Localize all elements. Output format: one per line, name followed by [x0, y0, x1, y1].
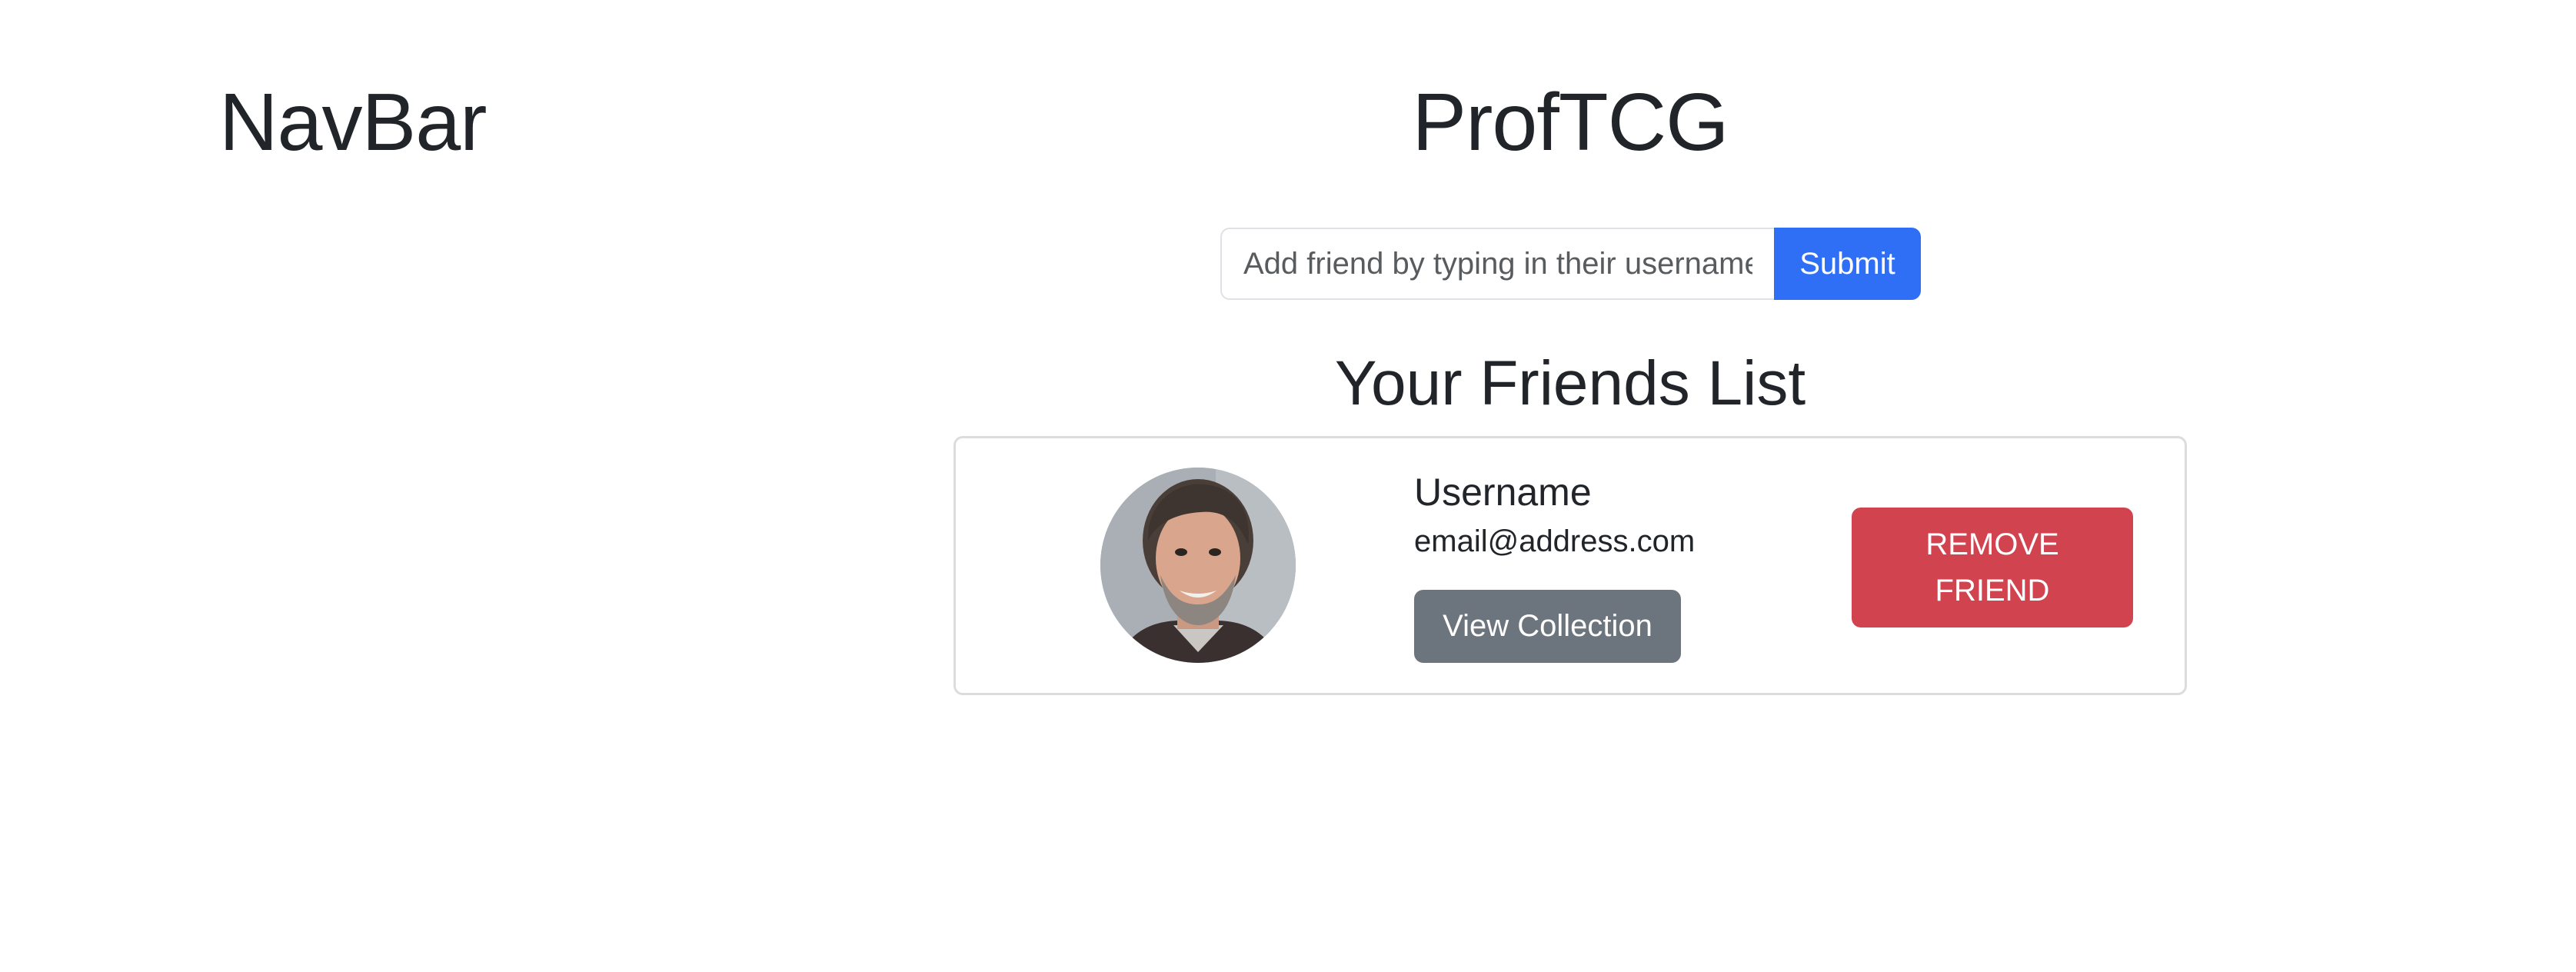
submit-button[interactable]: Submit	[1774, 228, 1921, 300]
view-collection-button[interactable]: View Collection	[1414, 590, 1681, 663]
friend-email: email@address.com	[1414, 524, 1696, 558]
avatar-photo	[1100, 468, 1296, 663]
add-friend-input[interactable]	[1220, 228, 1774, 300]
navbar-title: NavBar	[219, 77, 487, 168]
friend-card: Username email@address.com View Collecti…	[954, 436, 2187, 695]
add-friend-form: Submit	[1220, 228, 1921, 300]
friend-username: Username	[1414, 471, 1592, 514]
app-title: ProfTCG	[1412, 77, 1729, 168]
friends-list-heading: Your Friends List	[1334, 348, 1806, 418]
remove-friend-button[interactable]: REMOVE FRIEND	[1852, 508, 2133, 627]
avatar	[1100, 468, 1296, 663]
